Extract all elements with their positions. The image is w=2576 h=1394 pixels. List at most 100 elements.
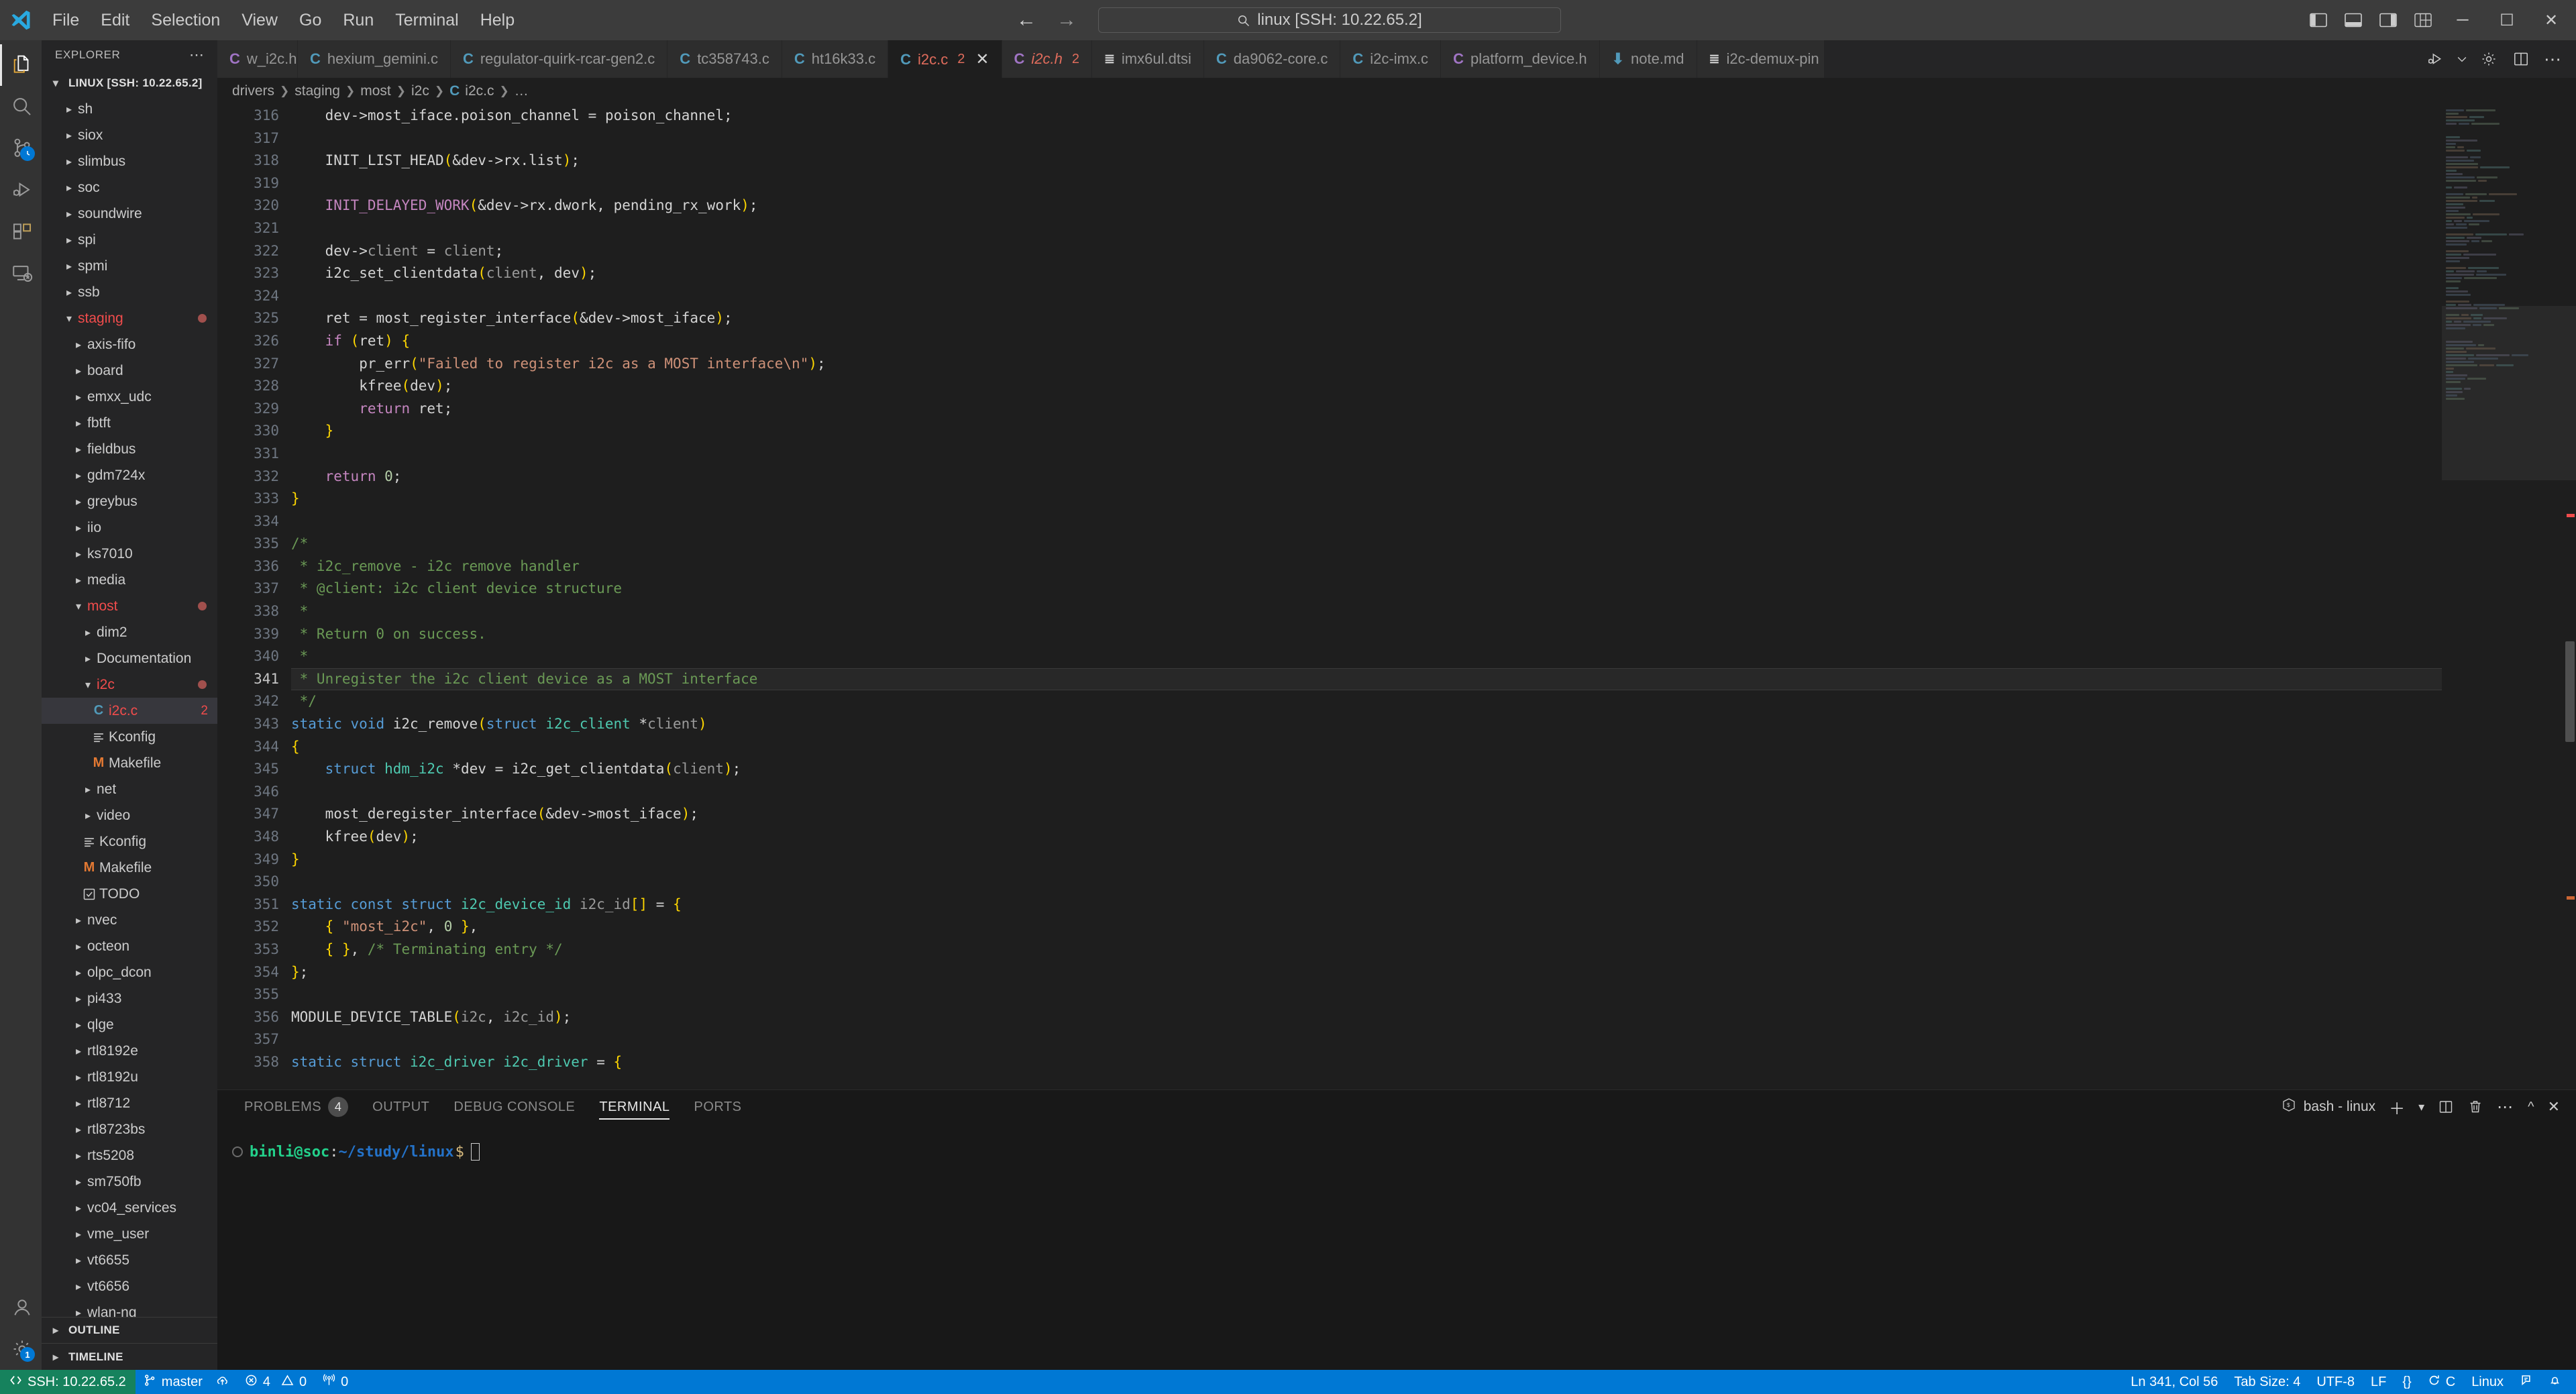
tree-folder-video[interactable]: ▸ video	[42, 802, 217, 828]
tree-folder-iio[interactable]: ▸ iio	[42, 515, 217, 541]
tree-file-Makefile[interactable]: M Makefile	[42, 750, 217, 776]
editor-tab-regulator-quirk-rcar-gen2.c[interactable]: Cregulator-quirk-rcar-gen2.c	[451, 40, 667, 78]
tree-file-TODO[interactable]: TODO	[42, 881, 217, 907]
editor-tab-i2c-imx.c[interactable]: Ci2c-imx.c	[1340, 40, 1441, 78]
split-icon[interactable]	[2431, 1090, 2461, 1124]
close-icon[interactable]: ✕	[2541, 1090, 2567, 1124]
status-ports[interactable]: 0	[315, 1370, 356, 1394]
code-line[interactable]: * Return 0 on success.	[291, 623, 2442, 646]
tree-folder-most[interactable]: ▾ most	[42, 593, 217, 619]
tree-folder-Documentation[interactable]: ▸ Documentation	[42, 645, 217, 672]
breadcrumb-item[interactable]: most	[360, 83, 391, 99]
tree-folder-rts5208[interactable]: ▸ rts5208	[42, 1142, 217, 1169]
tree-folder-sh[interactable]: ▸ sh	[42, 96, 217, 122]
code-line[interactable]: pr_err("Failed to register i2c as a MOST…	[291, 353, 2442, 376]
code-line[interactable]	[291, 871, 2442, 894]
scrollbar-thumb[interactable]	[2565, 641, 2575, 742]
tree-folder-pi433[interactable]: ▸ pi433	[42, 985, 217, 1012]
file-tree[interactable]: ▸ sh ▸ siox ▸ slimbus ▸ soc ▸ soundwire ▸ spi ▸ spmi ▸…	[42, 96, 217, 1316]
code-line[interactable]	[291, 511, 2442, 533]
panel-tab-ports[interactable]: PORTS	[682, 1090, 753, 1124]
tree-folder-olpc_dcon[interactable]: ▸ olpc_dcon	[42, 959, 217, 985]
minimap-slider[interactable]	[2442, 306, 2576, 480]
code-line[interactable]: struct hdm_i2c *dev = i2c_get_clientdata…	[291, 758, 2442, 781]
go-forward-icon[interactable]: →	[1055, 10, 1078, 30]
tree-folder-spi[interactable]: ▸ spi	[42, 227, 217, 253]
code-lines[interactable]: dev->most_iface.poison_channel = poison_…	[291, 105, 2442, 1089]
code-line[interactable]	[291, 127, 2442, 150]
editor-vertical-scrollbar[interactable]	[2564, 105, 2576, 1089]
panel-tab-terminal[interactable]: TERMINAL	[587, 1090, 682, 1124]
code-line[interactable]: }	[291, 849, 2442, 871]
sync-cloud-icon[interactable]	[216, 1374, 229, 1391]
code-line[interactable]: kfree(dev);	[291, 375, 2442, 398]
editor-tab-w_i2c.h[interactable]: Cw_i2c.h	[217, 40, 298, 78]
code-line[interactable]: ret = most_register_interface(&dev->most…	[291, 307, 2442, 330]
tree-folder-fieldbus[interactable]: ▸ fieldbus	[42, 436, 217, 462]
code-line[interactable]	[291, 217, 2442, 240]
tree-folder-rtl8723bs[interactable]: ▸ rtl8723bs	[42, 1116, 217, 1142]
tree-folder-i2c[interactable]: ▾ i2c	[42, 672, 217, 698]
chevron-up-icon[interactable]: ^	[2521, 1090, 2540, 1124]
status-encoding[interactable]: UTF-8	[2308, 1370, 2363, 1394]
split-editor-icon[interactable]	[2505, 40, 2537, 78]
code-line[interactable]: *	[291, 600, 2442, 623]
code-line[interactable]: dev->client = client;	[291, 240, 2442, 263]
tree-folder-octeon[interactable]: ▸ octeon	[42, 933, 217, 959]
tree-folder-wlan-ng[interactable]: ▸ wlan-ng	[42, 1299, 217, 1316]
tree-folder-rtl8192e[interactable]: ▸ rtl8192e	[42, 1038, 217, 1064]
code-line[interactable]: {	[291, 736, 2442, 759]
code-line[interactable]: };	[291, 961, 2442, 984]
status-notifications[interactable]	[2540, 1370, 2569, 1394]
tree-folder-spmi[interactable]: ▸ spmi	[42, 253, 217, 279]
outline-section-header[interactable]: ▸ OUTLINE	[42, 1317, 217, 1344]
code-line[interactable]: /*	[291, 533, 2442, 555]
code-line[interactable]	[291, 1028, 2442, 1051]
tree-folder-axis-fifo[interactable]: ▸ axis-fifo	[42, 331, 217, 358]
tree-folder-staging[interactable]: ▾ staging	[42, 305, 217, 331]
code-editor[interactable]: 316 317 318 319 320 321 322 323 324 325 326 327 328 3…	[217, 105, 2442, 1089]
activity-item-remote-explorer[interactable]	[0, 252, 42, 294]
activity-item-run-and-debug[interactable]	[0, 169, 42, 211]
breadcrumb-item[interactable]: i2c.c	[465, 83, 494, 99]
tree-folder-fbtft[interactable]: ▸ fbtft	[42, 410, 217, 436]
tree-folder-emxx_udc[interactable]: ▸ emxx_udc	[42, 384, 217, 410]
code-line[interactable]: }	[291, 488, 2442, 511]
code-line[interactable]	[291, 285, 2442, 308]
code-line[interactable]: dev->most_iface.poison_channel = poison_…	[291, 105, 2442, 127]
activity-item-extensions[interactable]	[0, 211, 42, 252]
code-line[interactable]: static const struct i2c_device_id i2c_id…	[291, 894, 2442, 916]
status-editor-position[interactable]: Ln 341, Col 56	[2123, 1370, 2226, 1394]
tree-folder-nvec[interactable]: ▸ nvec	[42, 907, 217, 933]
tree-folder-sm750fb[interactable]: ▸ sm750fb	[42, 1169, 217, 1195]
tree-folder-rtl8192u[interactable]: ▸ rtl8192u	[42, 1064, 217, 1090]
terminal-selector[interactable]: $ bash - linux	[2274, 1090, 2382, 1124]
status-c-intellisense[interactable]: C	[2420, 1370, 2463, 1394]
chevron-down-icon[interactable]	[2451, 40, 2473, 78]
breadcrumb-item[interactable]: …	[515, 83, 529, 99]
code-line[interactable]: INIT_DELAYED_WORK(&dev->rx.dwork, pendin…	[291, 195, 2442, 217]
code-line[interactable]: kfree(dev);	[291, 826, 2442, 849]
breadcrumb-item[interactable]: staging	[294, 83, 340, 99]
tree-file-i2c.c[interactable]: Ci2c.c 2	[42, 698, 217, 724]
tree-folder-gdm724x[interactable]: ▸ gdm724x	[42, 462, 217, 488]
code-line[interactable]	[291, 781, 2442, 804]
editor-tab-note.md[interactable]: ⬇ note.md	[1600, 40, 1697, 78]
status-git-branch[interactable]: master	[136, 1370, 237, 1394]
tree-folder-qlge[interactable]: ▸ qlge	[42, 1012, 217, 1038]
breadcrumb-item[interactable]: i2c	[411, 83, 429, 99]
code-line[interactable]: static void i2c_remove(struct i2c_client…	[291, 713, 2442, 736]
code-line[interactable]: most_deregister_interface(&dev->most_ifa…	[291, 803, 2442, 826]
panel-tab-output[interactable]: OUTPUT	[360, 1090, 441, 1124]
code-line[interactable]: i2c_set_clientdata(client, dev);	[291, 262, 2442, 285]
editor-tab-imx6ul.dtsi[interactable]: ≣ imx6ul.dtsi	[1092, 40, 1204, 78]
tree-folder-ssb[interactable]: ▸ ssb	[42, 279, 217, 305]
quick-pick-search-box[interactable]: linux [SSH: 10.22.65.2]	[1098, 7, 1561, 33]
tree-folder-vt6656[interactable]: ▸ vt6656	[42, 1273, 217, 1299]
gear-icon[interactable]	[2473, 40, 2505, 78]
activity-item-manage[interactable]: 1	[0, 1328, 42, 1370]
code-line[interactable]: if (ret) {	[291, 330, 2442, 353]
code-line[interactable]	[291, 983, 2442, 1006]
code-line[interactable]: return ret;	[291, 398, 2442, 421]
activity-item-search[interactable]	[0, 86, 42, 127]
